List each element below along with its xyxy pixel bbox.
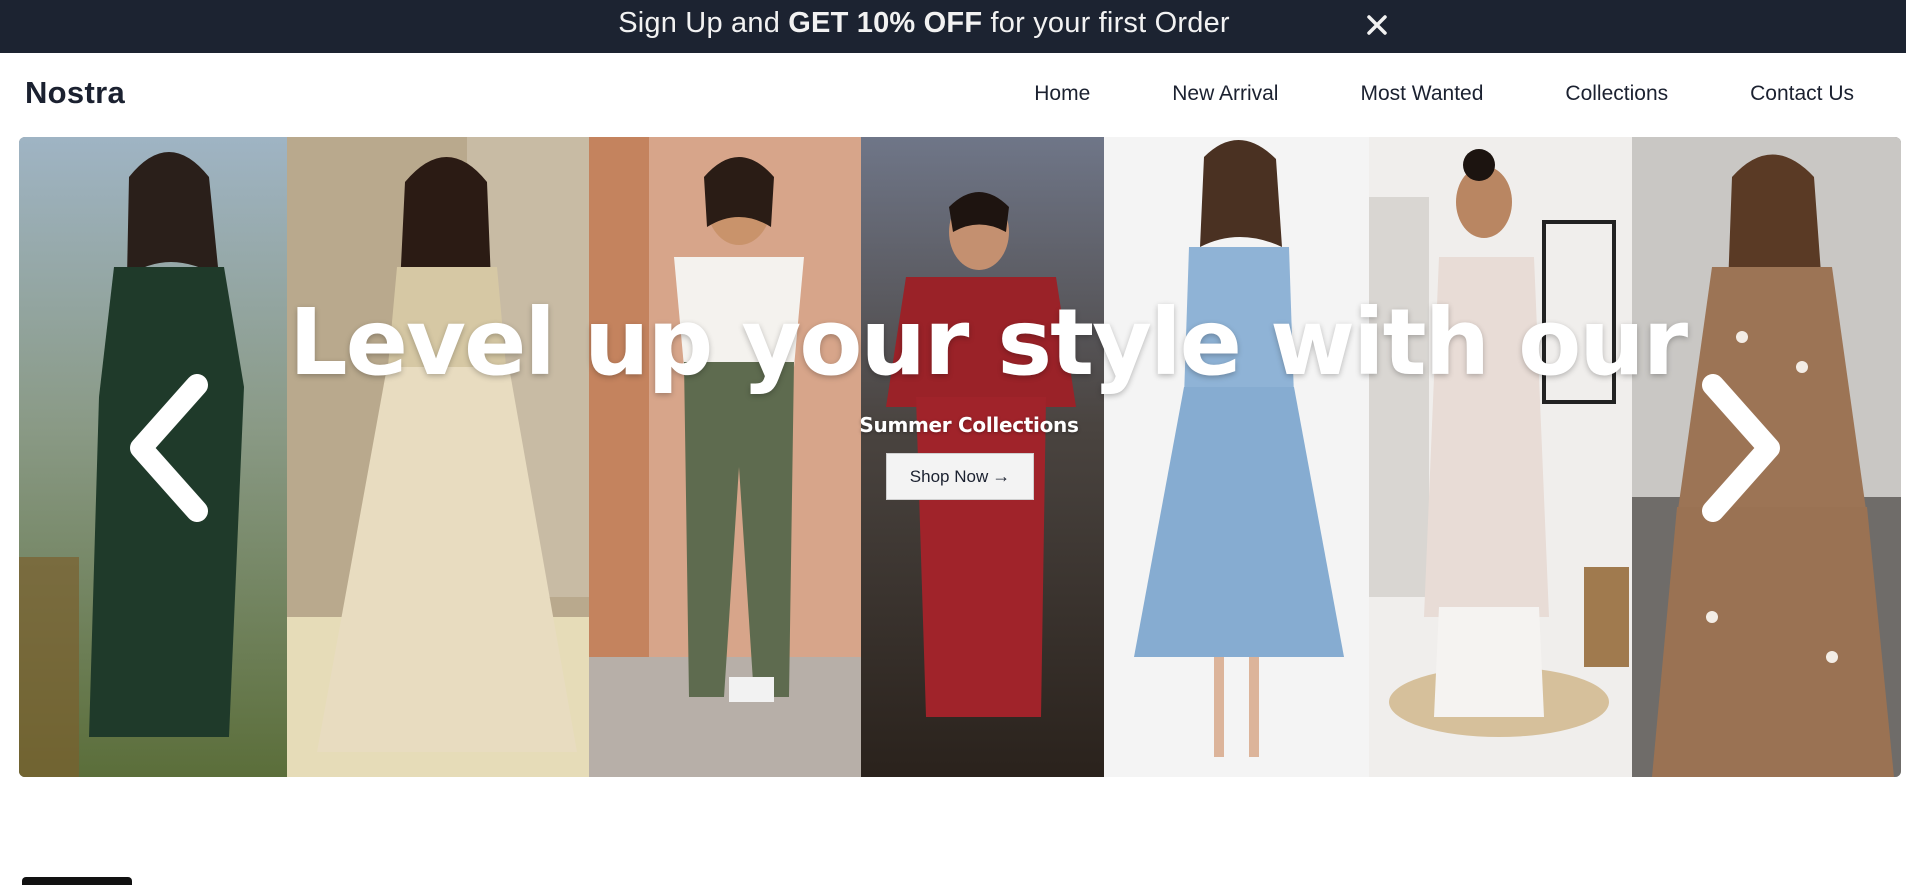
chevron-left-icon[interactable]	[119, 373, 219, 523]
navbar: Nostra Home New Arrival Most Wanted Coll…	[0, 53, 1906, 137]
promo-banner: Sign Up and GET 10% OFF for your first O…	[0, 0, 1906, 53]
site-logo[interactable]: Nostra	[25, 75, 125, 111]
arrow-right-icon: →	[992, 466, 1011, 486]
hero-subtitle: Summer Collections	[859, 413, 1079, 437]
promo-text-after: for your first Order	[982, 7, 1230, 39]
promo-text: Sign Up and GET 10% OFF for your first O…	[0, 7, 1906, 40]
promo-text-bold: GET 10% OFF	[788, 7, 983, 39]
hero-title: Level up your style with our	[289, 289, 1688, 396]
hero-overlay: Level up your style with our Summer Coll…	[19, 137, 1901, 777]
nav-links: Home New Arrival Most Wanted Collections…	[952, 82, 1854, 106]
next-section	[0, 777, 1906, 885]
nav-link-collections[interactable]: Collections	[1565, 82, 1668, 106]
shop-now-button[interactable]: Shop Now →	[886, 453, 1034, 500]
nav-link-contact-us[interactable]: Contact Us	[1750, 82, 1854, 106]
nav-link-home[interactable]: Home	[1034, 82, 1090, 106]
shop-now-label: Shop Now	[909, 466, 989, 486]
hero-carousel: Level up your style with our Summer Coll…	[19, 137, 1901, 777]
section-heading-peek	[22, 877, 132, 885]
close-icon[interactable]	[1360, 8, 1394, 42]
promo-text-before: Sign Up and	[618, 7, 789, 39]
nav-link-most-wanted[interactable]: Most Wanted	[1360, 82, 1483, 106]
nav-link-new-arrival[interactable]: New Arrival	[1172, 82, 1278, 106]
chevron-right-icon[interactable]	[1691, 373, 1791, 523]
